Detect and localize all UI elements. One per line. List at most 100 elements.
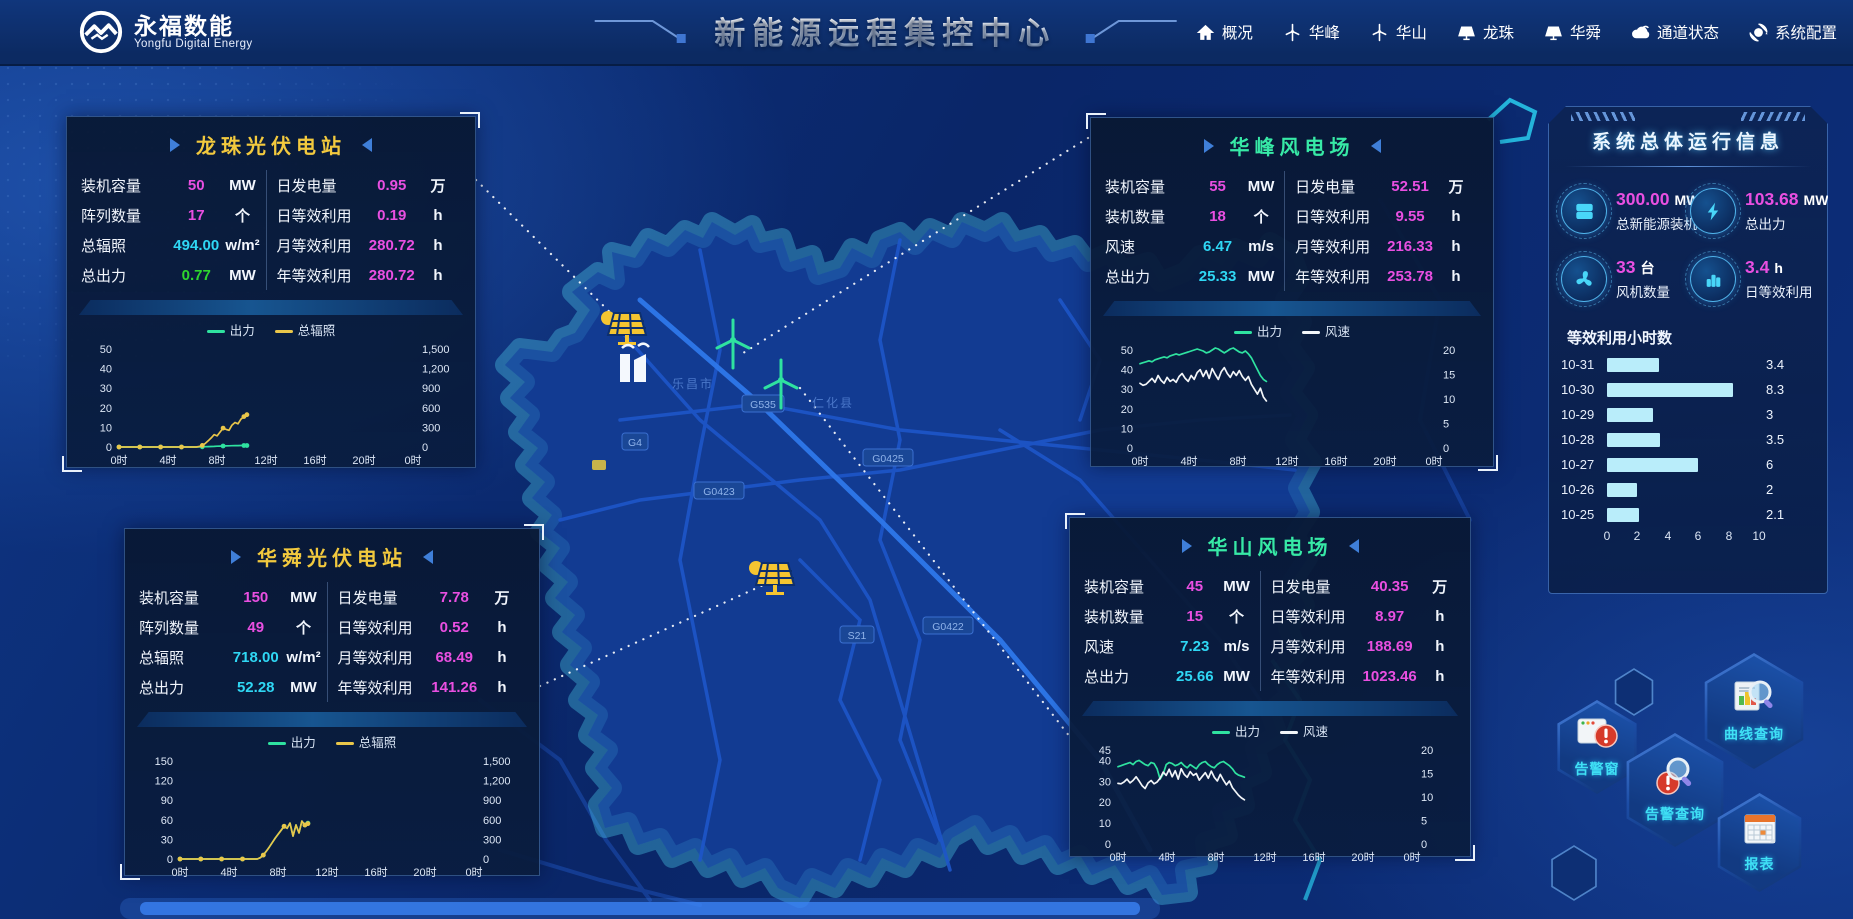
legend-item[interactable]: 总辐照 — [275, 320, 336, 339]
svg-text:20: 20 — [1099, 797, 1111, 809]
svg-text:0: 0 — [1127, 443, 1133, 455]
arrow-right-icon — [1204, 139, 1214, 153]
stat-label: 风速 — [1084, 636, 1176, 657]
legend-item[interactable]: 出力 — [268, 732, 316, 751]
bar[interactable] — [1607, 408, 1653, 422]
nav-item-huashan[interactable]: 华山 — [1370, 21, 1427, 43]
stat-label: 装机容量 — [1084, 576, 1176, 597]
stat-value: 0.77 — [173, 267, 220, 284]
chart-legend: 出力 总辐照 — [67, 320, 475, 339]
svg-text:10: 10 — [1121, 423, 1133, 435]
fan-icon — [1561, 256, 1607, 302]
stat-label: 日等效利用 — [1295, 206, 1387, 227]
station-panel-huashan: 华山风电场 装机容量45MW装机数量15个风速7.23m/s总出力25.66MW… — [1069, 517, 1471, 857]
stat-row: 风速6.47m/s — [1105, 231, 1284, 261]
stat-value: 280.72 — [369, 267, 416, 284]
bar-row: 10-31 3.4 — [1561, 352, 1815, 377]
bar[interactable] — [1607, 483, 1637, 497]
stat-value: 50 — [173, 177, 220, 194]
stat-label: 日等效利用 — [1271, 606, 1363, 627]
stat-value: 49 — [231, 619, 281, 636]
stat-label: 总出力 — [139, 677, 231, 698]
svg-text:900: 900 — [483, 795, 501, 807]
stat-unit: m/s — [1214, 638, 1260, 655]
nav-item-huafeng[interactable]: 华峰 — [1283, 21, 1340, 43]
nav-item-channel-status[interactable]: 通道状态 — [1631, 21, 1719, 43]
kpi-value: 300.00 — [1616, 189, 1670, 209]
stat-unit: h — [479, 619, 525, 636]
system-summary-panel: 系统总体运行信息 300.00MW 总新能源装机 103.68MW 总出力 33… — [1548, 106, 1828, 594]
stat-value: 0.95 — [369, 177, 416, 194]
svg-text:50: 50 — [1121, 345, 1133, 357]
stat-row: 日等效利用8.97h — [1271, 601, 1463, 631]
stat-value: 141.26 — [430, 679, 480, 696]
bar[interactable] — [1607, 433, 1660, 447]
bar-category: 10-31 — [1561, 357, 1607, 372]
arrow-left-icon — [1349, 539, 1359, 553]
stat-unit: 万 — [1433, 176, 1479, 197]
hex-label: 报表 — [1745, 854, 1775, 874]
svg-text:40: 40 — [1121, 365, 1133, 377]
stat-unit: MW — [220, 177, 266, 194]
kpi-unit: MW — [1804, 192, 1829, 208]
legend-item[interactable]: 出力 — [207, 320, 255, 339]
svg-text:G535: G535 — [750, 399, 776, 411]
nav-item-system-config[interactable]: 系统配置 — [1749, 21, 1837, 43]
nav-item-overview[interactable]: 概况 — [1196, 21, 1253, 43]
solar-panel-icon — [1457, 23, 1476, 42]
stat-value: 253.78 — [1387, 268, 1433, 285]
svg-text:8时: 8时 — [269, 866, 286, 879]
map-highlight-area — [592, 460, 606, 470]
bar-value: 6 — [1766, 457, 1773, 472]
svg-text:90: 90 — [161, 795, 173, 807]
chart-huashun: 030609012015003006009001,2001,5000时4时8时1… — [129, 753, 535, 883]
hex-label: 告警窗 — [1575, 759, 1620, 779]
stat-label: 风速 — [1105, 236, 1197, 257]
bar[interactable] — [1607, 458, 1698, 472]
page-title: 新能源远程集控中心 — [714, 8, 1056, 53]
stat-label: 总出力 — [81, 265, 173, 286]
lightning-icon — [1690, 188, 1736, 234]
stat-row: 装机数量18个 — [1105, 201, 1284, 231]
nav-item-longzhu[interactable]: 龙珠 — [1457, 21, 1514, 43]
divider-ribbon — [1103, 301, 1481, 316]
bar[interactable] — [1607, 383, 1733, 397]
bar-row: 10-25 2.1 — [1561, 502, 1815, 527]
bar-category: 10-29 — [1561, 407, 1607, 422]
legend-item[interactable]: 风速 — [1280, 721, 1328, 740]
bar-row: 10-28 3.5 — [1561, 427, 1815, 452]
svg-text:50: 50 — [100, 344, 112, 356]
kpi-daily-equivalent-hours: 3.4h 日等效利用 — [1688, 245, 1817, 313]
bar[interactable] — [1607, 508, 1639, 522]
svg-text:4时: 4时 — [1180, 455, 1197, 468]
battery-icon — [1561, 188, 1607, 234]
svg-text:1,200: 1,200 — [483, 776, 511, 788]
bar-row: 10-29 3 — [1561, 402, 1815, 427]
stat-unit: MW — [281, 679, 327, 696]
stat-row: 月等效利用68.49h — [338, 642, 526, 672]
legend-item[interactable]: 出力 — [1212, 721, 1260, 740]
stat-unit: 万 — [415, 175, 461, 196]
report-icon — [1741, 812, 1779, 851]
legend-item[interactable]: 风速 — [1302, 321, 1350, 340]
road-badge: G4 — [622, 433, 648, 450]
kpi-unit: 台 — [1640, 260, 1654, 276]
stat-unit: h — [1417, 608, 1463, 625]
logo-title: 永福数能 — [134, 14, 253, 38]
legend-item[interactable]: 总辐照 — [336, 732, 397, 751]
kpi-total-capacity: 300.00MW 总新能源装机 — [1559, 177, 1688, 245]
svg-text:150: 150 — [155, 756, 173, 768]
bar[interactable] — [1607, 358, 1659, 372]
main-nav: 概况 华峰 华山 龙珠 华舜 通道状态 系统配置 — [1196, 0, 1837, 64]
nav-item-huashun[interactable]: 华舜 — [1544, 21, 1601, 43]
stat-label: 日等效利用 — [338, 617, 430, 638]
legend-item[interactable]: 出力 — [1234, 321, 1282, 340]
svg-text:1,500: 1,500 — [422, 344, 450, 356]
divider-ribbon — [79, 300, 463, 315]
stat-row: 装机容量50MW — [81, 170, 266, 200]
road-badge: G0423 — [694, 482, 744, 499]
bar-value: 3.4 — [1766, 357, 1784, 372]
svg-text:40: 40 — [100, 364, 112, 376]
title-deco-left — [590, 18, 700, 44]
svg-text:0时: 0时 — [465, 866, 482, 879]
